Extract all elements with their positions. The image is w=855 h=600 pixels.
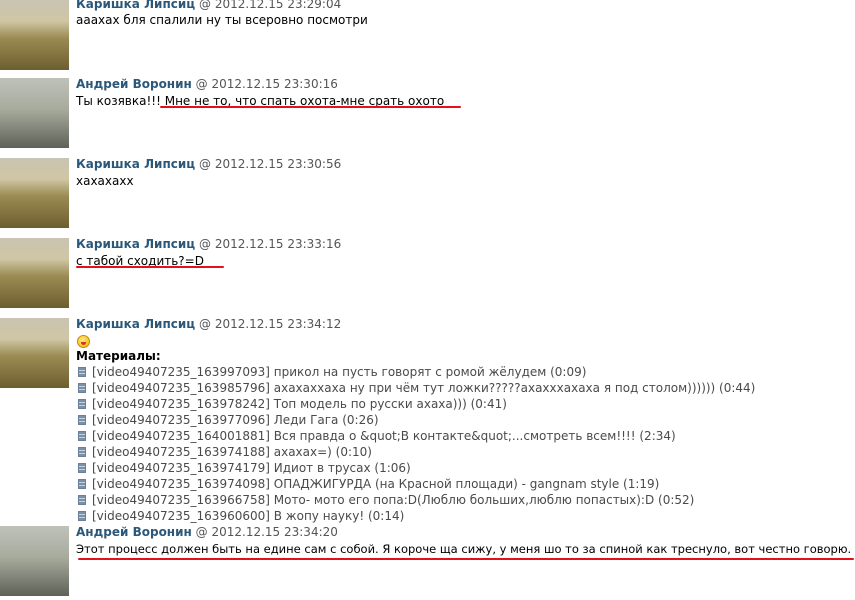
video-attachment-link[interactable]: [video49407235_163974098] ОПАДЖИГУРДА (н… [78, 476, 659, 492]
timestamp: 2012.12.15 23:30:56 [214, 157, 342, 171]
video-attachment-link[interactable]: [video49407235_163997093] прикол на пуст… [78, 364, 586, 380]
video-attachment-link[interactable]: [video49407235_163960600] В жопу науку! … [78, 508, 404, 524]
video-icon [78, 511, 86, 521]
avatar[interactable] [0, 0, 69, 70]
video-icon [78, 479, 86, 489]
materials-label: Материалы: [76, 349, 161, 363]
video-attachment-title: [video49407235_163977096] Леди Гага (0:2… [92, 413, 379, 427]
video-attachment-title: [video49407235_163978242] Топ модель по … [92, 397, 507, 411]
author-link[interactable]: Каришка Липсиц [76, 237, 195, 251]
at-sign: @ [195, 525, 208, 539]
video-attachment-link[interactable]: [video49407235_163985796] ахахаххаха ну … [78, 380, 755, 396]
at-sign: @ [198, 237, 211, 251]
message-header: Каришка Липсиц @ 2012.12.15 23:34:12 [76, 317, 341, 331]
author-link[interactable]: Андрей Воронин [76, 77, 192, 91]
video-attachment-title: [video49407235_163974098] ОПАДЖИГУРДА (н… [92, 477, 660, 491]
author-link[interactable]: Каришка Липсиц [76, 0, 195, 11]
video-icon [78, 399, 86, 409]
message-header: Каришка Липсиц @ 2012.12.15 23:33:16 [76, 237, 341, 251]
message-header: Каришка Липсиц @ 2012.12.15 23:30:56 [76, 157, 341, 171]
red-underline [160, 106, 461, 108]
timestamp: 2012.12.15 23:34:12 [214, 317, 342, 331]
message-text: Этот процесс должен быть на едине сам с … [76, 542, 852, 556]
avatar[interactable] [0, 238, 69, 308]
red-underline [78, 558, 854, 560]
video-attachment-link[interactable]: [video49407235_163974188] ахахах=) (0:10… [78, 444, 372, 460]
video-attachment-link[interactable]: [video49407235_163978242] Топ модель по … [78, 396, 507, 412]
video-attachment-title: [video49407235_163985796] ахахаххаха ну … [92, 381, 756, 395]
timestamp: 2012.12.15 23:30:16 [211, 77, 338, 91]
at-sign: @ [198, 157, 211, 171]
video-icon [78, 495, 86, 505]
timestamp: 2012.12.15 23:34:20 [211, 525, 338, 539]
video-icon [78, 367, 86, 377]
video-attachment-link[interactable]: [video49407235_163966758] Мото- мото его… [78, 492, 694, 508]
message-header: Каришка Липсиц @ 2012.12.15 23:29:04 [76, 0, 341, 11]
avatar[interactable] [0, 526, 69, 596]
message-text: ааахах бля спалили ну ты всеровно посмот… [76, 13, 368, 27]
video-attachment-title: [video49407235_164001881] Вся правда о &… [92, 429, 676, 443]
at-sign: @ [198, 317, 211, 331]
video-attachment-link[interactable]: [video49407235_163977096] Леди Гага (0:2… [78, 412, 379, 428]
author-link[interactable]: Андрей Воронин [76, 525, 192, 539]
message-header: Андрей Воронин @ 2012.12.15 23:30:16 [76, 77, 338, 91]
avatar[interactable] [0, 318, 69, 388]
video-icon [78, 383, 86, 393]
message-text-prefix: Ты козявка!!! [76, 94, 165, 108]
timestamp: 2012.12.15 23:33:16 [214, 237, 342, 251]
at-sign: @ [198, 0, 211, 11]
video-attachment-link[interactable]: [video49407235_163974179] Идиот в трусах… [78, 460, 411, 476]
video-attachment-title: [video49407235_163966758] Мото- мото его… [92, 493, 695, 507]
video-icon [78, 415, 86, 425]
avatar[interactable] [0, 158, 69, 228]
video-attachment-link[interactable]: [video49407235_164001881] Вся правда о &… [78, 428, 676, 444]
video-icon [78, 431, 86, 441]
message-header: Андрей Воронин @ 2012.12.15 23:34:20 [76, 525, 338, 539]
avatar[interactable] [0, 78, 69, 148]
timestamp: 2012.12.15 23:29:04 [214, 0, 342, 11]
red-underline [76, 266, 224, 268]
video-icon [78, 463, 86, 473]
at-sign: @ [195, 77, 208, 91]
author-link[interactable]: Каришка Липсиц [76, 157, 195, 171]
video-attachment-title: [video49407235_163974188] ахахах=) (0:10… [92, 445, 372, 459]
video-icon [78, 447, 86, 457]
video-attachment-title: [video49407235_163960600] В жопу науку! … [92, 509, 405, 523]
message-text: хахахахх [76, 174, 134, 188]
video-attachment-title: [video49407235_163974179] Идиот в трусах… [92, 461, 411, 475]
video-attachment-title: [video49407235_163997093] прикол на пуст… [92, 365, 587, 379]
author-link[interactable]: Каришка Липсиц [76, 317, 195, 331]
smiley-icon [77, 335, 90, 348]
